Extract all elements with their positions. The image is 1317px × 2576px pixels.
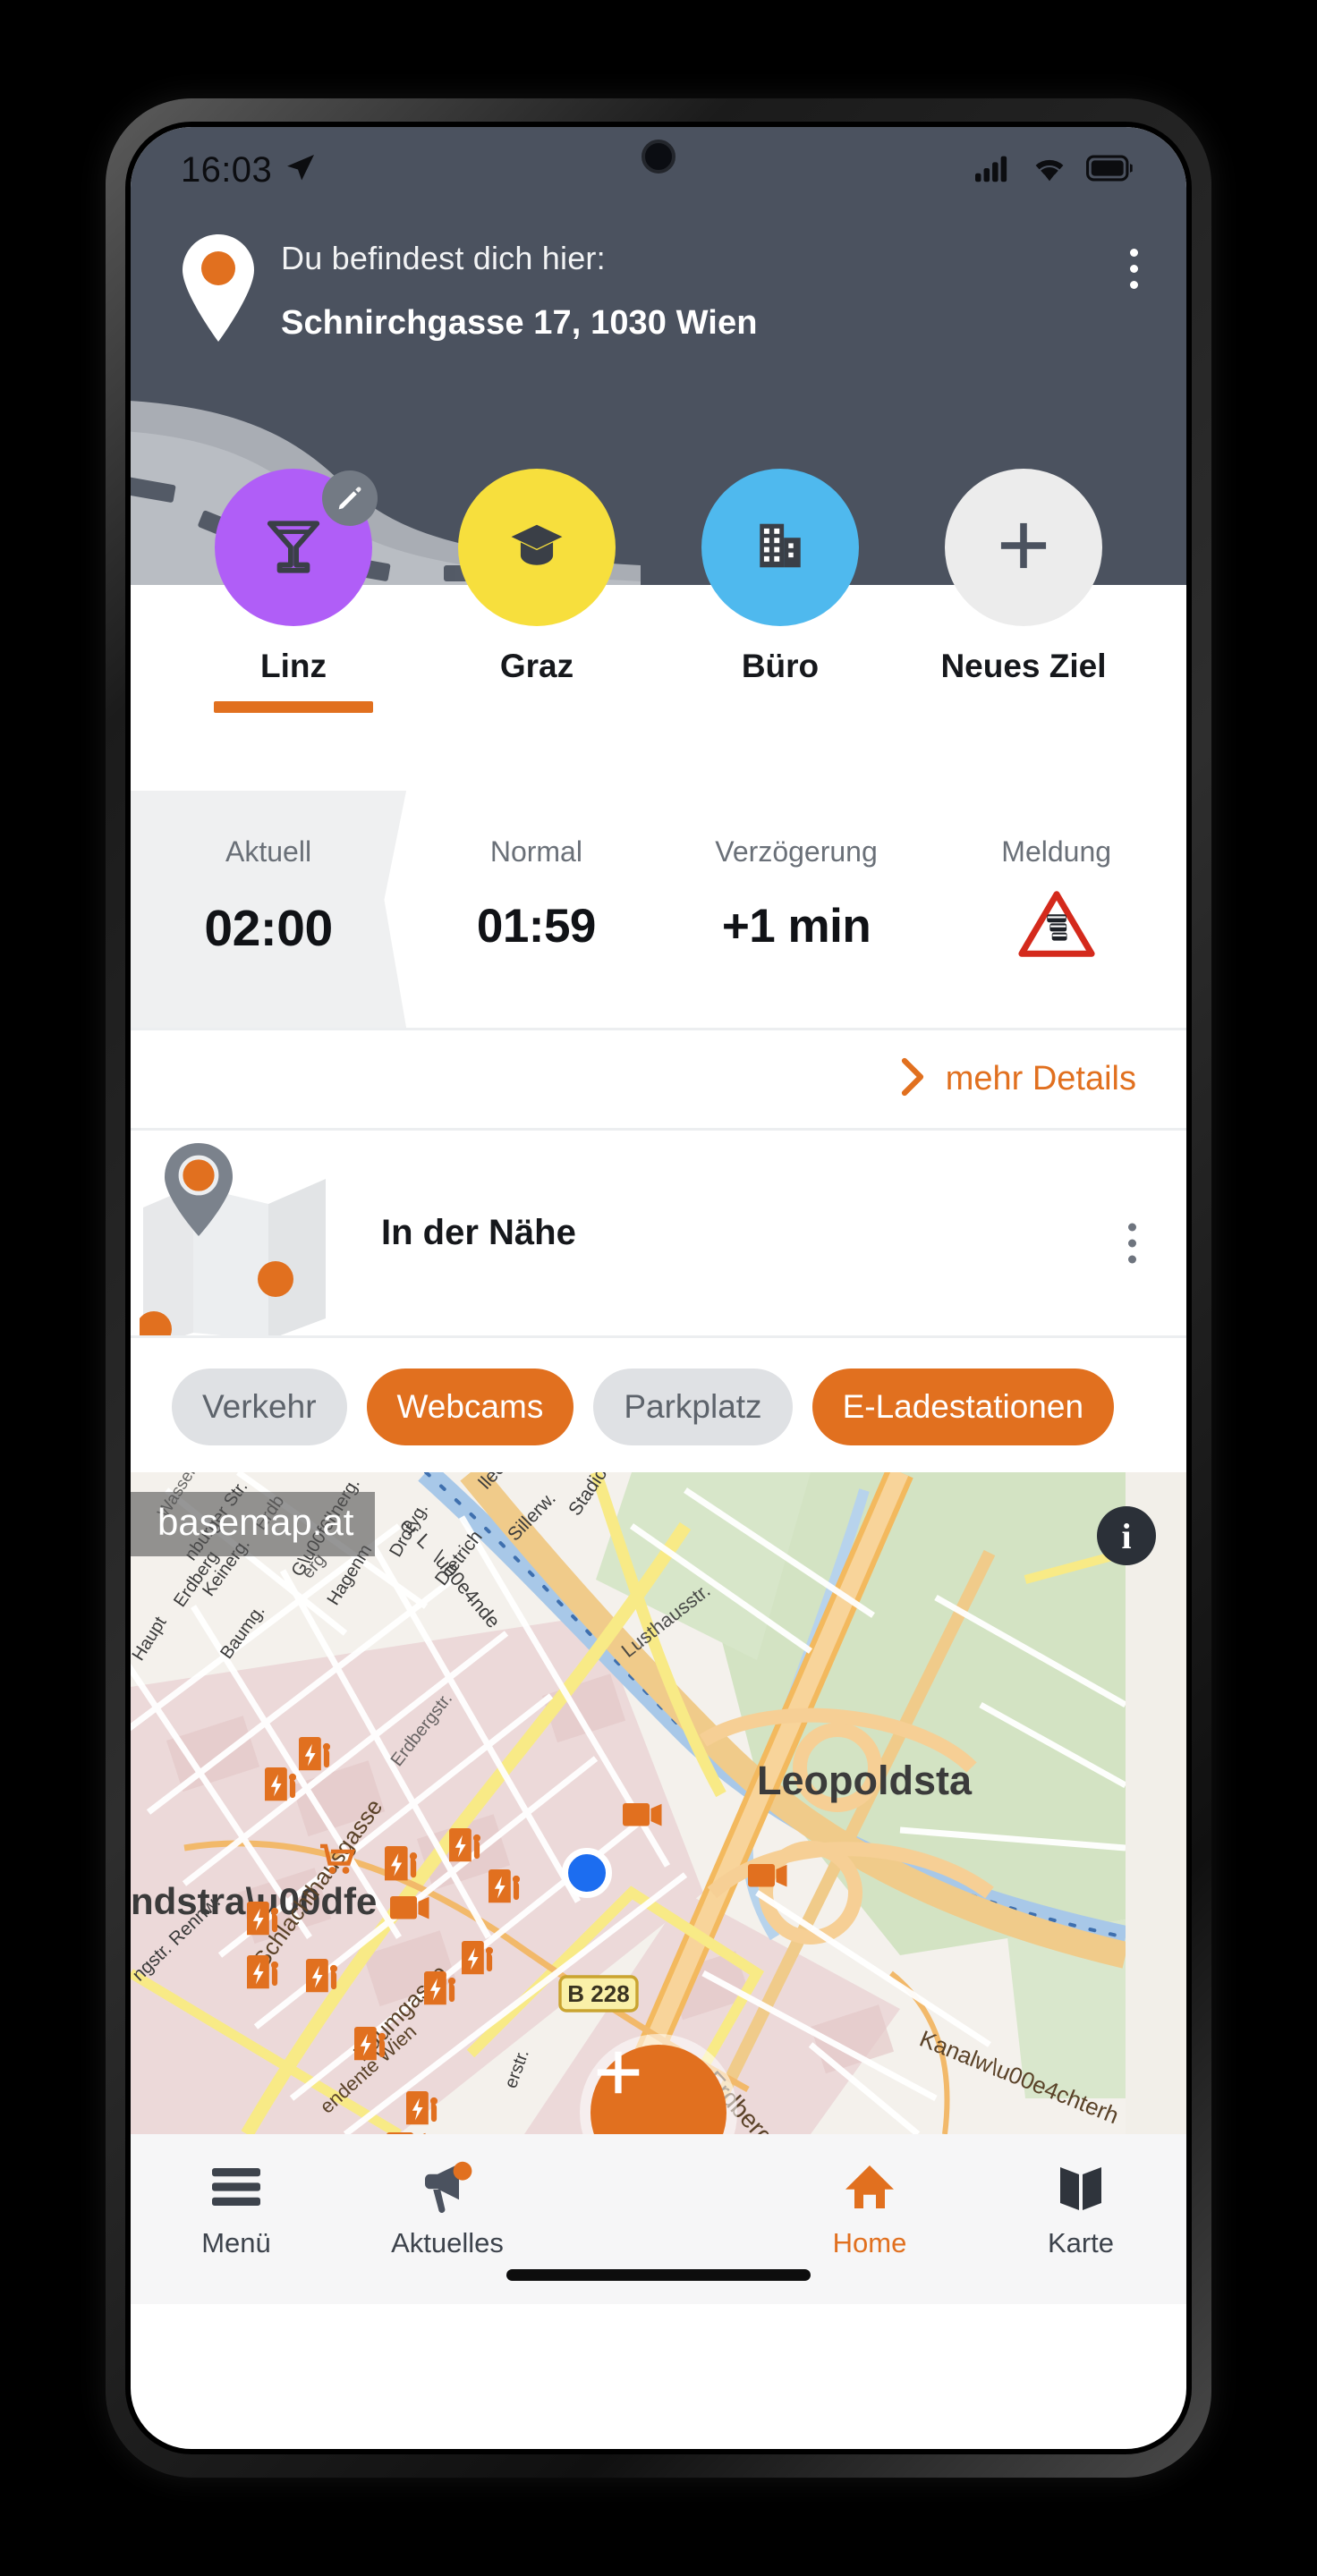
nav-item-karte[interactable]: Karte [975, 2159, 1186, 2259]
location-label: Du befindest dich hier: [281, 240, 606, 276]
svg-text:B 228: B 228 [567, 1980, 629, 2007]
travel-time-value-aktuell: 02:00 [204, 900, 333, 957]
chip-parkplatz[interactable]: Parkplatz [593, 1368, 793, 1445]
hamburger-menu-icon [208, 2159, 264, 2215]
map-view[interactable]: Wasser Erdb erg er L \u00e4nde llee Sill… [131, 1472, 1186, 2134]
travel-time-value-normal: 01:59 [476, 900, 597, 953]
traffic-jam-warning-icon[interactable] [1018, 888, 1095, 964]
home-icon [842, 2159, 897, 2215]
destination-item-linz[interactable]: Linz [172, 469, 415, 713]
travel-time-label-meldung: Meldung [1001, 835, 1112, 868]
map-canvas[interactable]: Wasser Erdb erg er L \u00e4nde llee Sill… [131, 1472, 1126, 2134]
destination-label-new: Neues Ziel [940, 648, 1107, 684]
travel-time-value-verzoegerung: +1 min [721, 900, 871, 953]
current-location-row[interactable]: Du befindest dich hier: Schnirchgasse 17… [131, 213, 1186, 350]
travel-time-label-aktuell: Aktuell [225, 835, 312, 868]
edit-destination-button[interactable] [322, 470, 378, 526]
map-filter-chips: Verkehr Webcams Parkplatz E-Ladestatione… [131, 1338, 1186, 1472]
front-camera-punch-hole [642, 140, 675, 174]
phone-frame: 16:03 Du befindest dich hier: Schnirchga… [106, 98, 1211, 2478]
travel-time-meldung[interactable]: Meldung [926, 791, 1186, 1028]
travel-time-label-verzoegerung: Verzögerung [715, 835, 878, 868]
road-shield-b228: B 228 [558, 1975, 639, 2012]
office-building-icon [752, 518, 808, 578]
phone-inner-bezel: 16:03 Du befindest dich hier: Schnirchga… [125, 122, 1192, 2454]
travel-times-row: Aktuell 02:00 Normal 01:59 Verzögerung +… [131, 791, 1186, 1030]
destination-active-indicator [214, 701, 373, 713]
chevron-right-icon [899, 1057, 926, 1101]
map-attribution: basemap.at [131, 1492, 376, 1556]
status-bar-left: 16:03 [181, 150, 317, 191]
add-destination-button[interactable] [945, 469, 1102, 626]
destination-avatar-linz[interactable] [215, 469, 378, 626]
destination-avatar-buero[interactable] [701, 469, 859, 626]
wifi-icon [1031, 154, 1068, 187]
more-details-label: mehr Details [945, 1060, 1136, 1097]
status-bar-right [975, 154, 1134, 187]
header-overflow-menu-icon[interactable] [1130, 229, 1138, 289]
current-location-dot [562, 1848, 612, 1898]
map-info-icon[interactable]: i [1097, 1506, 1156, 1565]
location-texts: Du befindest dich hier: Schnirchgasse 17… [263, 229, 1130, 343]
destination-shortcuts: Linz Graz Büro Neues Ziel [131, 469, 1186, 791]
notification-badge-dot [453, 2161, 472, 2181]
status-bar-clock: 16:03 [181, 149, 273, 190]
destination-item-graz[interactable]: Graz [415, 469, 658, 685]
nav-label-karte: Karte [1047, 2227, 1115, 2258]
chip-webcams[interactable]: Webcams [366, 1368, 574, 1445]
more-details-link[interactable]: mehr Details [131, 1030, 1186, 1131]
nav-item-aktuelles[interactable]: Aktuelles [342, 2159, 553, 2259]
nearby-row[interactable]: In der Nähe [131, 1131, 1186, 1338]
destination-avatar-graz[interactable] [458, 469, 616, 626]
battery-full-icon [1086, 155, 1134, 186]
graduation-cap-icon [509, 518, 565, 578]
bottom-navigation-bar: Menü Aktuelles Home Karte [131, 2134, 1186, 2304]
destination-item-new[interactable]: Neues Ziel [902, 469, 1145, 685]
cocktail-glass-icon [260, 513, 327, 583]
plus-icon [597, 2051, 640, 2094]
navigation-arrow-icon [285, 152, 317, 189]
travel-time-normal: Normal 01:59 [406, 791, 667, 1028]
destination-label-graz: Graz [499, 648, 574, 684]
travel-time-label-normal: Normal [489, 835, 582, 868]
cellular-signal-icon [975, 154, 1013, 187]
plus-icon [992, 514, 1055, 581]
nearby-title: In der Nähe [381, 1213, 576, 1252]
megaphone-icon [420, 2159, 475, 2215]
destination-label-linz: Linz [260, 648, 327, 684]
nav-label-menu: Menü [201, 2227, 271, 2258]
nav-item-home[interactable]: Home [764, 2159, 975, 2259]
nav-item-menu[interactable]: Menü [131, 2159, 342, 2259]
chip-verkehr[interactable]: Verkehr [172, 1368, 347, 1445]
home-indicator-bar[interactable] [506, 2269, 811, 2281]
travel-time-verzoegerung: Verzögerung +1 min [667, 791, 927, 1028]
travel-time-aktuell: Aktuell 02:00 [131, 791, 407, 1028]
chip-eladestationen[interactable]: E-Ladestationen [811, 1368, 1115, 1445]
destination-label-buero: Büro [741, 648, 820, 684]
location-address: Schnirchgasse 17, 1030 Wien [281, 304, 758, 342]
nav-label-home: Home [832, 2227, 907, 2258]
map-pin-icon [181, 229, 263, 350]
nav-label-aktuelles: Aktuelles [391, 2227, 504, 2258]
nearby-overflow-menu-icon[interactable] [1128, 1203, 1136, 1263]
destination-item-buero[interactable]: Büro [658, 469, 902, 685]
folded-map-icon [136, 1131, 399, 1335]
phone-screen: 16:03 Du befindest dich hier: Schnirchga… [131, 127, 1186, 2449]
map-icon [1053, 2159, 1109, 2215]
svg-text:Leopoldsta: Leopoldsta [757, 1758, 973, 1803]
